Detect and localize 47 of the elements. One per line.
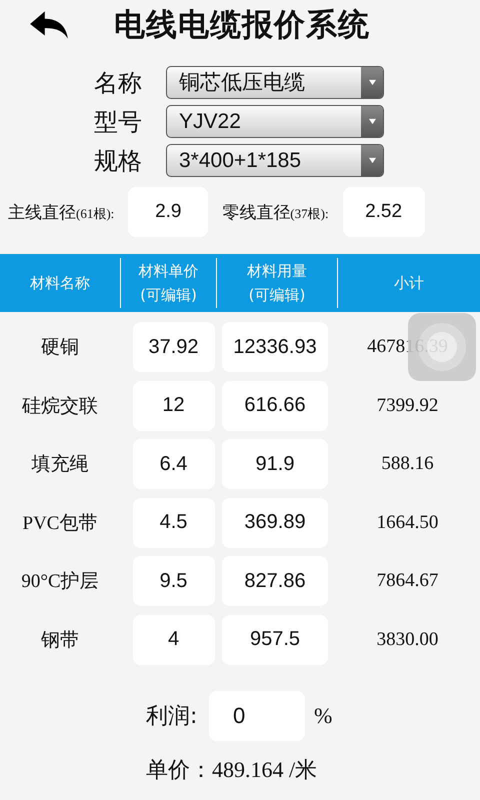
table-cell: 7399.92 xyxy=(376,394,438,417)
dropdown[interactable]: 3*400+1*185 xyxy=(166,144,384,177)
input-field[interactable]: 37.92 xyxy=(132,322,214,372)
dropdown[interactable]: 铜芯低压电缆 xyxy=(166,66,384,99)
input-field[interactable]: 827.86 xyxy=(222,556,328,606)
unit-price-label: 单价： xyxy=(146,757,212,785)
caret-icon xyxy=(368,157,376,164)
column-header: 材料名称 xyxy=(30,273,90,294)
table-cell: 1664.50 xyxy=(376,512,438,534)
input-field[interactable]: 12 xyxy=(132,380,214,431)
diameter-label: 主线直径(61根): xyxy=(8,202,114,224)
caret-icon xyxy=(368,79,376,86)
table-cell-text: 90°C护层 xyxy=(21,570,99,594)
unit-price-value: 489.164 /米 xyxy=(212,756,318,784)
column-header: 材料用量 (可编辑) xyxy=(247,261,307,306)
back-icon[interactable] xyxy=(28,9,70,41)
table-cell-text: 填充绳 xyxy=(32,453,88,478)
profit-label: 利润: xyxy=(146,703,198,731)
table-cell-text: 钢带 xyxy=(41,628,79,653)
input-field[interactable]: 9.5 xyxy=(132,556,214,606)
field-label: 名称 xyxy=(94,68,143,98)
table-cell: 7864.67 xyxy=(376,570,438,592)
page-title: 电线电缆报价系统 xyxy=(114,6,370,45)
diameter-label: 零线直径(37根): xyxy=(222,202,329,224)
table-cell: 588.16 xyxy=(381,453,434,476)
input-field[interactable]: 0 xyxy=(209,691,305,741)
input-field[interactable]: 369.89 xyxy=(222,498,328,548)
input-field[interactable]: 2.52 xyxy=(342,187,425,237)
column-header: 材料单价 (可编辑) xyxy=(138,261,198,306)
field-label: 规格 xyxy=(94,146,143,176)
input-field[interactable]: 4.5 xyxy=(132,498,214,548)
field-label: 型号 xyxy=(94,106,143,138)
table-cell-text: 硬铜 xyxy=(41,336,79,360)
table-cell-text: PVC包带 xyxy=(22,512,98,536)
percent-sign: % xyxy=(314,703,332,729)
dropdown[interactable]: YJV22 xyxy=(166,105,384,138)
caret-icon xyxy=(368,118,376,125)
column-header: 小计 xyxy=(394,273,424,294)
input-field[interactable]: 616.66 xyxy=(222,380,328,431)
table-cell-text: 硅烷交联 xyxy=(22,394,98,419)
input-field[interactable]: 2.9 xyxy=(128,187,208,237)
table-cell: 3830.00 xyxy=(376,628,438,651)
input-field[interactable]: 91.9 xyxy=(222,439,328,490)
input-field[interactable]: 957.5 xyxy=(222,614,328,665)
input-field[interactable]: 6.4 xyxy=(132,439,214,490)
input-field[interactable]: 12336.93 xyxy=(222,322,328,372)
input-field[interactable]: 4 xyxy=(132,614,214,665)
